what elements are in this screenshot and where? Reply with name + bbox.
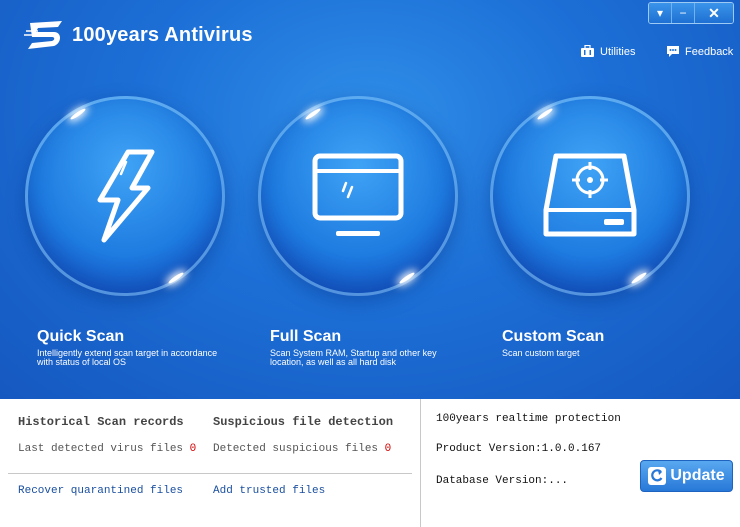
quick-scan-button[interactable]: Quick Scan Intelligently extend scan tar… xyxy=(25,96,245,376)
divider xyxy=(420,399,421,527)
highlight-spark xyxy=(304,107,322,121)
full-scan-orb xyxy=(258,96,458,296)
suspicious-heading: Suspicious file detection xyxy=(213,415,394,429)
full-scan-title: Full Scan xyxy=(270,328,342,345)
bottom-panel: Historical Scan records Suspicious file … xyxy=(0,399,740,527)
product-version-text: Product Version:1.0.0.167 xyxy=(436,443,602,455)
highlight-spark xyxy=(69,107,87,121)
drive-target-icon xyxy=(543,153,637,237)
app-title: 100years Antivirus xyxy=(72,23,253,46)
custom-scan-title: Custom Scan xyxy=(502,328,605,345)
custom-scan-orb xyxy=(490,96,690,296)
highlight-spark xyxy=(398,271,416,285)
menu-dropdown-button[interactable]: ▾ xyxy=(649,3,671,23)
feedback-link[interactable]: Feedback xyxy=(666,45,733,58)
app-logo: 100years Antivirus xyxy=(24,17,253,53)
recover-quarantined-link[interactable]: Recover quarantined files xyxy=(18,485,183,497)
divider xyxy=(8,473,412,474)
window-controls: ▾ − ✕ xyxy=(648,2,734,24)
last-detected-count: 0 xyxy=(189,443,197,455)
detected-suspicious-count: 0 xyxy=(384,443,392,455)
utilities-label: Utilities xyxy=(600,45,636,58)
highlight-spark xyxy=(630,271,648,285)
utilities-link[interactable]: Utilities xyxy=(580,45,635,58)
quick-scan-title: Quick Scan xyxy=(37,328,125,345)
quick-scan-orb xyxy=(25,96,225,296)
quick-scan-description: Intelligently extend scan target in acco… xyxy=(37,348,218,367)
update-label: Update xyxy=(670,467,725,484)
close-button[interactable]: ✕ xyxy=(694,3,733,23)
database-version-text: Database Version:... xyxy=(436,475,569,487)
highlight-spark xyxy=(536,107,554,121)
custom-scan-description: Scan custom target xyxy=(502,348,580,358)
update-button[interactable]: Update xyxy=(640,460,733,492)
realtime-protection-text: 100years realtime protection xyxy=(436,413,621,425)
full-scan-button[interactable]: Full Scan Scan System RAM, Startup and o… xyxy=(258,96,478,376)
toolbox-icon xyxy=(581,45,594,57)
custom-scan-button[interactable]: Custom Scan Scan custom target xyxy=(490,96,710,376)
detected-suspicious-row: Detected suspicious files 0 xyxy=(213,443,391,455)
last-detected-row: Last detected virus files 0 xyxy=(18,443,196,455)
monitor-icon xyxy=(312,153,404,236)
full-scan-description: Scan System RAM, Startup and other key l… xyxy=(270,348,437,367)
add-trusted-link[interactable]: Add trusted files xyxy=(213,485,325,497)
logo-icon xyxy=(24,21,62,49)
refresh-icon xyxy=(648,467,667,485)
feedback-label: Feedback xyxy=(685,45,734,58)
history-heading: Historical Scan records xyxy=(18,415,184,429)
chat-bubble-icon xyxy=(667,46,679,57)
minimize-button[interactable]: − xyxy=(671,3,694,23)
top-panel: 100years Antivirus ▾ − ✕ Utilities Feedb… xyxy=(0,0,740,399)
detected-suspicious-label: Detected suspicious files xyxy=(213,443,379,455)
lightning-icon xyxy=(97,149,155,243)
highlight-spark xyxy=(167,271,185,285)
last-detected-label: Last detected virus files xyxy=(18,443,184,455)
